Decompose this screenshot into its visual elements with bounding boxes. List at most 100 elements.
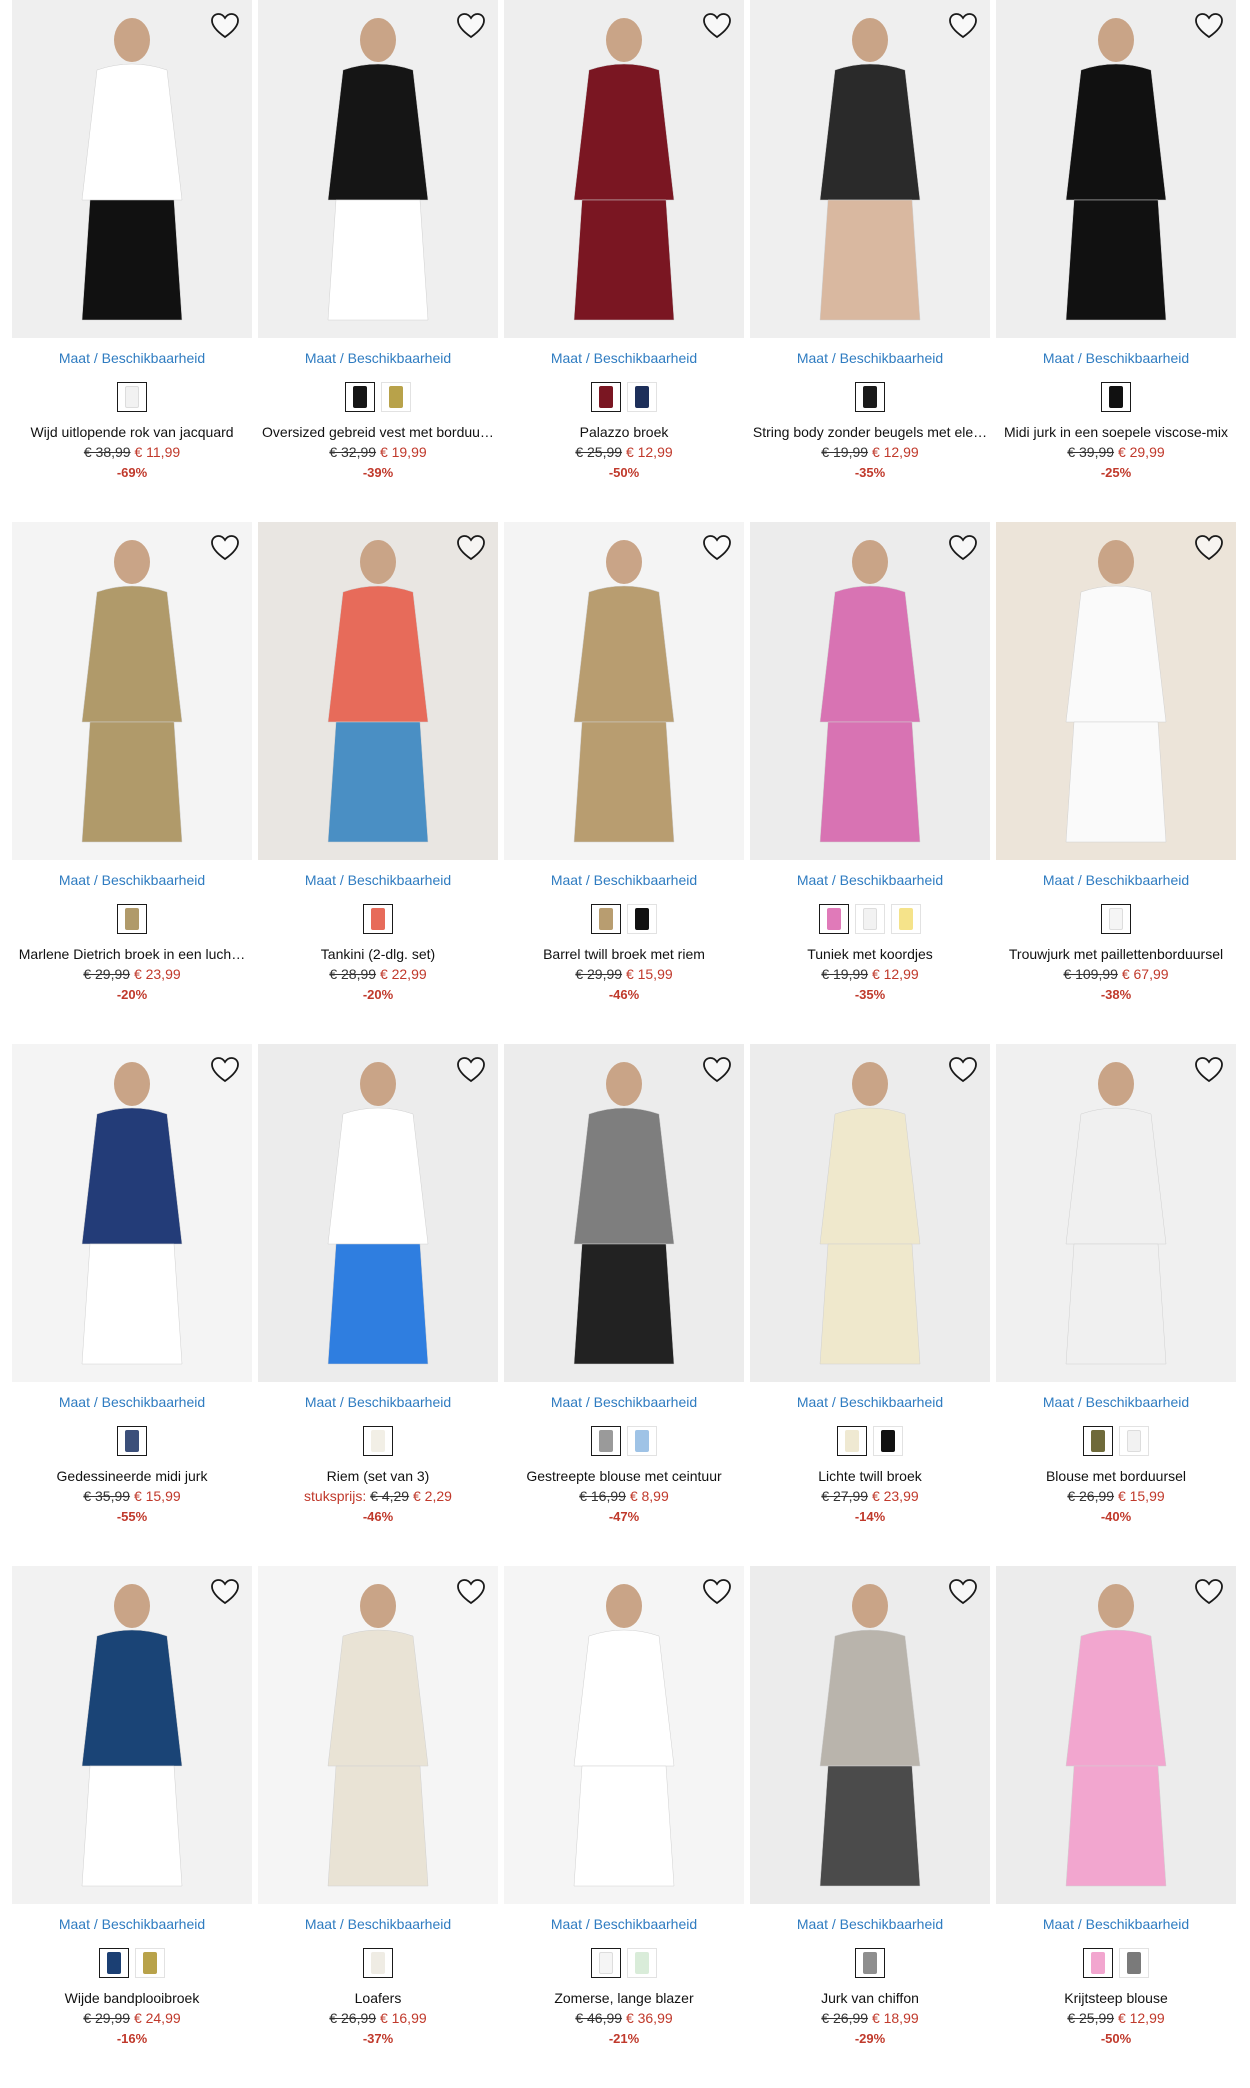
- product-image[interactable]: [996, 522, 1236, 860]
- color-swatch[interactable]: [363, 1948, 393, 1978]
- wishlist-heart-icon[interactable]: [456, 534, 486, 562]
- color-swatch[interactable]: [117, 1426, 147, 1456]
- product-image[interactable]: [258, 0, 498, 338]
- product-title[interactable]: Gestreepte blouse met ceintuur: [504, 1468, 744, 1484]
- product-image[interactable]: [258, 1044, 498, 1382]
- product-card[interactable]: Maat / Beschikbaarheid Gedessineerde midi…: [12, 1044, 252, 1566]
- product-card[interactable]: Maat / Beschikbaarheid Wijd uitlopende ro…: [12, 0, 252, 522]
- color-swatch[interactable]: [873, 1426, 903, 1456]
- wishlist-heart-icon[interactable]: [948, 1056, 978, 1084]
- color-swatch[interactable]: [819, 904, 849, 934]
- wishlist-heart-icon[interactable]: [1194, 1578, 1224, 1606]
- wishlist-heart-icon[interactable]: [948, 1578, 978, 1606]
- product-image[interactable]: [12, 1566, 252, 1904]
- size-availability-link[interactable]: Maat / Beschikbaarheid: [258, 872, 498, 888]
- color-swatch[interactable]: [381, 382, 411, 412]
- product-card[interactable]: Maat / Beschikbaarheid Lichte twill broek…: [750, 1044, 990, 1566]
- product-card[interactable]: Maat / Beschikbaarheid Loafers € 26,99 € 1…: [258, 1566, 498, 2088]
- product-title[interactable]: Krijtsteep blouse: [996, 1990, 1236, 2006]
- wishlist-heart-icon[interactable]: [456, 1056, 486, 1084]
- color-swatch[interactable]: [837, 1426, 867, 1456]
- product-title[interactable]: Riem (set van 3): [258, 1468, 498, 1484]
- product-image[interactable]: [504, 1044, 744, 1382]
- color-swatch[interactable]: [627, 382, 657, 412]
- color-swatch[interactable]: [591, 382, 621, 412]
- product-card[interactable]: Maat / Beschikbaarheid Trouwjurk met pail…: [996, 522, 1236, 1044]
- color-swatch[interactable]: [627, 904, 657, 934]
- product-image[interactable]: [504, 0, 744, 338]
- product-image[interactable]: [258, 522, 498, 860]
- size-availability-link[interactable]: Maat / Beschikbaarheid: [996, 350, 1236, 366]
- product-title[interactable]: Trouwjurk met paillettenborduursel: [996, 946, 1236, 962]
- product-image[interactable]: [504, 1566, 744, 1904]
- product-card[interactable]: Maat / Beschikbaarheid Oversized gebreid …: [258, 0, 498, 522]
- size-availability-link[interactable]: Maat / Beschikbaarheid: [504, 1916, 744, 1932]
- product-card[interactable]: Maat / Beschikbaarheid Tuniek met koordje…: [750, 522, 990, 1044]
- wishlist-heart-icon[interactable]: [210, 534, 240, 562]
- color-swatch[interactable]: [345, 382, 375, 412]
- wishlist-heart-icon[interactable]: [1194, 534, 1224, 562]
- size-availability-link[interactable]: Maat / Beschikbaarheid: [750, 350, 990, 366]
- color-swatch[interactable]: [855, 904, 885, 934]
- wishlist-heart-icon[interactable]: [456, 1578, 486, 1606]
- color-swatch[interactable]: [591, 1948, 621, 1978]
- color-swatch[interactable]: [117, 382, 147, 412]
- color-swatch[interactable]: [591, 904, 621, 934]
- wishlist-heart-icon[interactable]: [456, 12, 486, 40]
- product-image[interactable]: [750, 0, 990, 338]
- product-image[interactable]: [996, 1044, 1236, 1382]
- product-image[interactable]: [750, 1044, 990, 1382]
- product-title[interactable]: Gedessineerde midi jurk: [12, 1468, 252, 1484]
- product-card[interactable]: Maat / Beschikbaarheid Tankini (2-dlg. se…: [258, 522, 498, 1044]
- size-availability-link[interactable]: Maat / Beschikbaarheid: [750, 872, 990, 888]
- product-card[interactable]: Maat / Beschikbaarheid Blouse met borduur…: [996, 1044, 1236, 1566]
- product-card[interactable]: Maat / Beschikbaarheid Zomerse, lange bla…: [504, 1566, 744, 2088]
- color-swatch[interactable]: [363, 904, 393, 934]
- color-swatch[interactable]: [627, 1948, 657, 1978]
- color-swatch[interactable]: [117, 904, 147, 934]
- product-image[interactable]: [996, 1566, 1236, 1904]
- wishlist-heart-icon[interactable]: [1194, 1056, 1224, 1084]
- product-image[interactable]: [258, 1566, 498, 1904]
- color-swatch[interactable]: [855, 1948, 885, 1978]
- color-swatch[interactable]: [1083, 1426, 1113, 1456]
- size-availability-link[interactable]: Maat / Beschikbaarheid: [12, 1394, 252, 1410]
- color-swatch[interactable]: [891, 904, 921, 934]
- product-title[interactable]: Palazzo broek: [504, 424, 744, 440]
- size-availability-link[interactable]: Maat / Beschikbaarheid: [258, 1394, 498, 1410]
- color-swatch[interactable]: [99, 1948, 129, 1978]
- product-title[interactable]: Loafers: [258, 1990, 498, 2006]
- product-image[interactable]: [750, 1566, 990, 1904]
- color-swatch[interactable]: [1101, 382, 1131, 412]
- size-availability-link[interactable]: Maat / Beschikbaarheid: [258, 350, 498, 366]
- color-swatch[interactable]: [1083, 1948, 1113, 1978]
- size-availability-link[interactable]: Maat / Beschikbaarheid: [750, 1916, 990, 1932]
- product-image[interactable]: [12, 1044, 252, 1382]
- wishlist-heart-icon[interactable]: [948, 12, 978, 40]
- product-card[interactable]: Maat / Beschikbaarheid Wijde bandplooibro…: [12, 1566, 252, 2088]
- size-availability-link[interactable]: Maat / Beschikbaarheid: [12, 350, 252, 366]
- color-swatch[interactable]: [1119, 1426, 1149, 1456]
- product-card[interactable]: Maat / Beschikbaarheid Palazzo broek € 25,…: [504, 0, 744, 522]
- product-card[interactable]: Maat / Beschikbaarheid Riem (set van 3) st…: [258, 1044, 498, 1566]
- product-card[interactable]: Maat / Beschikbaarheid String body zonder…: [750, 0, 990, 522]
- product-title[interactable]: Marlene Dietrich broek in een luch…: [12, 946, 252, 962]
- product-card[interactable]: Maat / Beschikbaarheid Barrel twill broek…: [504, 522, 744, 1044]
- product-title[interactable]: Midi jurk in een soepele viscose-mix: [996, 424, 1236, 440]
- product-title[interactable]: Barrel twill broek met riem: [504, 946, 744, 962]
- color-swatch[interactable]: [627, 1426, 657, 1456]
- product-title[interactable]: Tankini (2-dlg. set): [258, 946, 498, 962]
- size-availability-link[interactable]: Maat / Beschikbaarheid: [12, 872, 252, 888]
- wishlist-heart-icon[interactable]: [210, 1578, 240, 1606]
- size-availability-link[interactable]: Maat / Beschikbaarheid: [504, 350, 744, 366]
- color-swatch[interactable]: [135, 1948, 165, 1978]
- product-image[interactable]: [12, 0, 252, 338]
- product-image[interactable]: [12, 522, 252, 860]
- size-availability-link[interactable]: Maat / Beschikbaarheid: [258, 1916, 498, 1932]
- wishlist-heart-icon[interactable]: [702, 1578, 732, 1606]
- wishlist-heart-icon[interactable]: [210, 12, 240, 40]
- product-card[interactable]: Maat / Beschikbaarheid Jurk van chiffon € …: [750, 1566, 990, 2088]
- size-availability-link[interactable]: Maat / Beschikbaarheid: [996, 1916, 1236, 1932]
- color-swatch[interactable]: [591, 1426, 621, 1456]
- wishlist-heart-icon[interactable]: [948, 534, 978, 562]
